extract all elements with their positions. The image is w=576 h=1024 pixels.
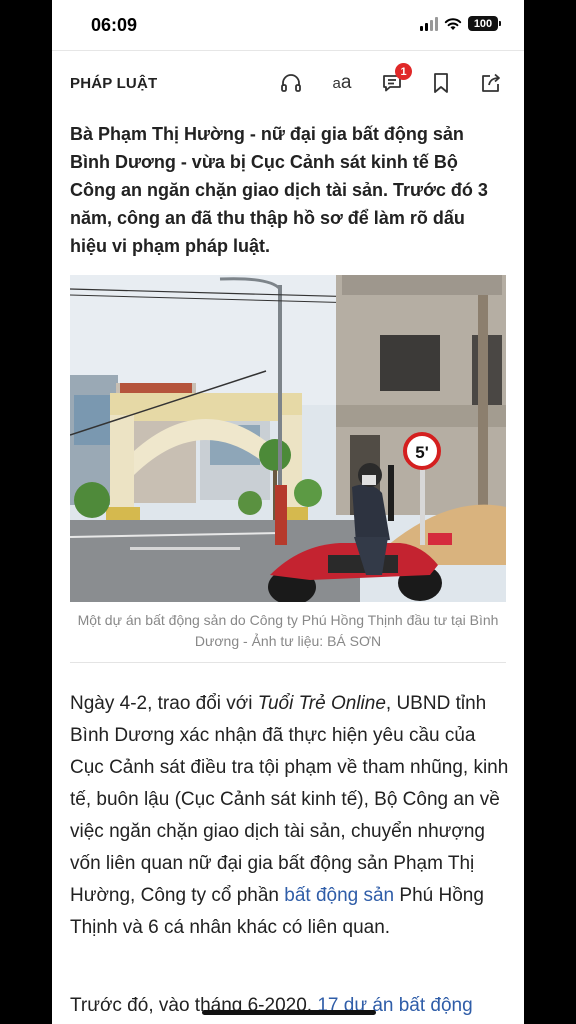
status-time: 06:09 [91, 15, 138, 35]
bookmark-icon[interactable] [427, 69, 455, 97]
font-size-large-label: a [340, 72, 352, 93]
article-toolbar: PHÁP LUẬT aa 1 [52, 50, 524, 114]
headphones-icon[interactable] [277, 69, 305, 97]
road-sign-text: 5' [415, 443, 429, 462]
comment-count-badge: 1 [395, 63, 412, 80]
wifi-icon [444, 17, 462, 30]
source-name: Tuổi Trẻ Online [257, 693, 386, 714]
article-sapo: Bà Phạm Thị Hường - nữ đại gia bất động … [70, 124, 488, 256]
share-icon[interactable] [477, 69, 505, 97]
font-size-small-label: a [332, 75, 341, 92]
cellular-signal-icon [420, 16, 438, 31]
image-caption: Một dự án bất động sản do Công ty Phú Hồ… [77, 612, 499, 649]
real-estate-link[interactable]: bất động sản [284, 885, 394, 906]
section-title[interactable]: PHÁP LUẬT [70, 75, 157, 92]
app-screen: 06:09 100 PHÁP LUẬT aa 1 Bà Phạm Thị Hườ… [52, 0, 524, 1024]
status-indicators: 100 [420, 16, 501, 31]
font-size-icon[interactable]: aa [328, 69, 356, 97]
article-paragraph-1: Ngày 4-2, trao đổi với Tuổi Trẻ Online, … [70, 688, 510, 944]
home-indicator[interactable] [202, 1010, 376, 1015]
status-bar: 06:09 100 [52, 0, 524, 50]
paragraph-text: Ngày 4-2, trao đổi với [70, 693, 258, 714]
comment-icon[interactable]: 1 [378, 63, 412, 97]
article-image[interactable]: 5' [70, 275, 506, 602]
paragraph-text: , UBND tỉnh Bình Dương xác nhận đã thực … [70, 693, 509, 906]
article-paragraph-2: Trước đó, vào tháng 6-2020, 17 dự án bất… [70, 990, 510, 1022]
caption-divider [70, 662, 506, 663]
battery-indicator: 100 [468, 16, 501, 31]
